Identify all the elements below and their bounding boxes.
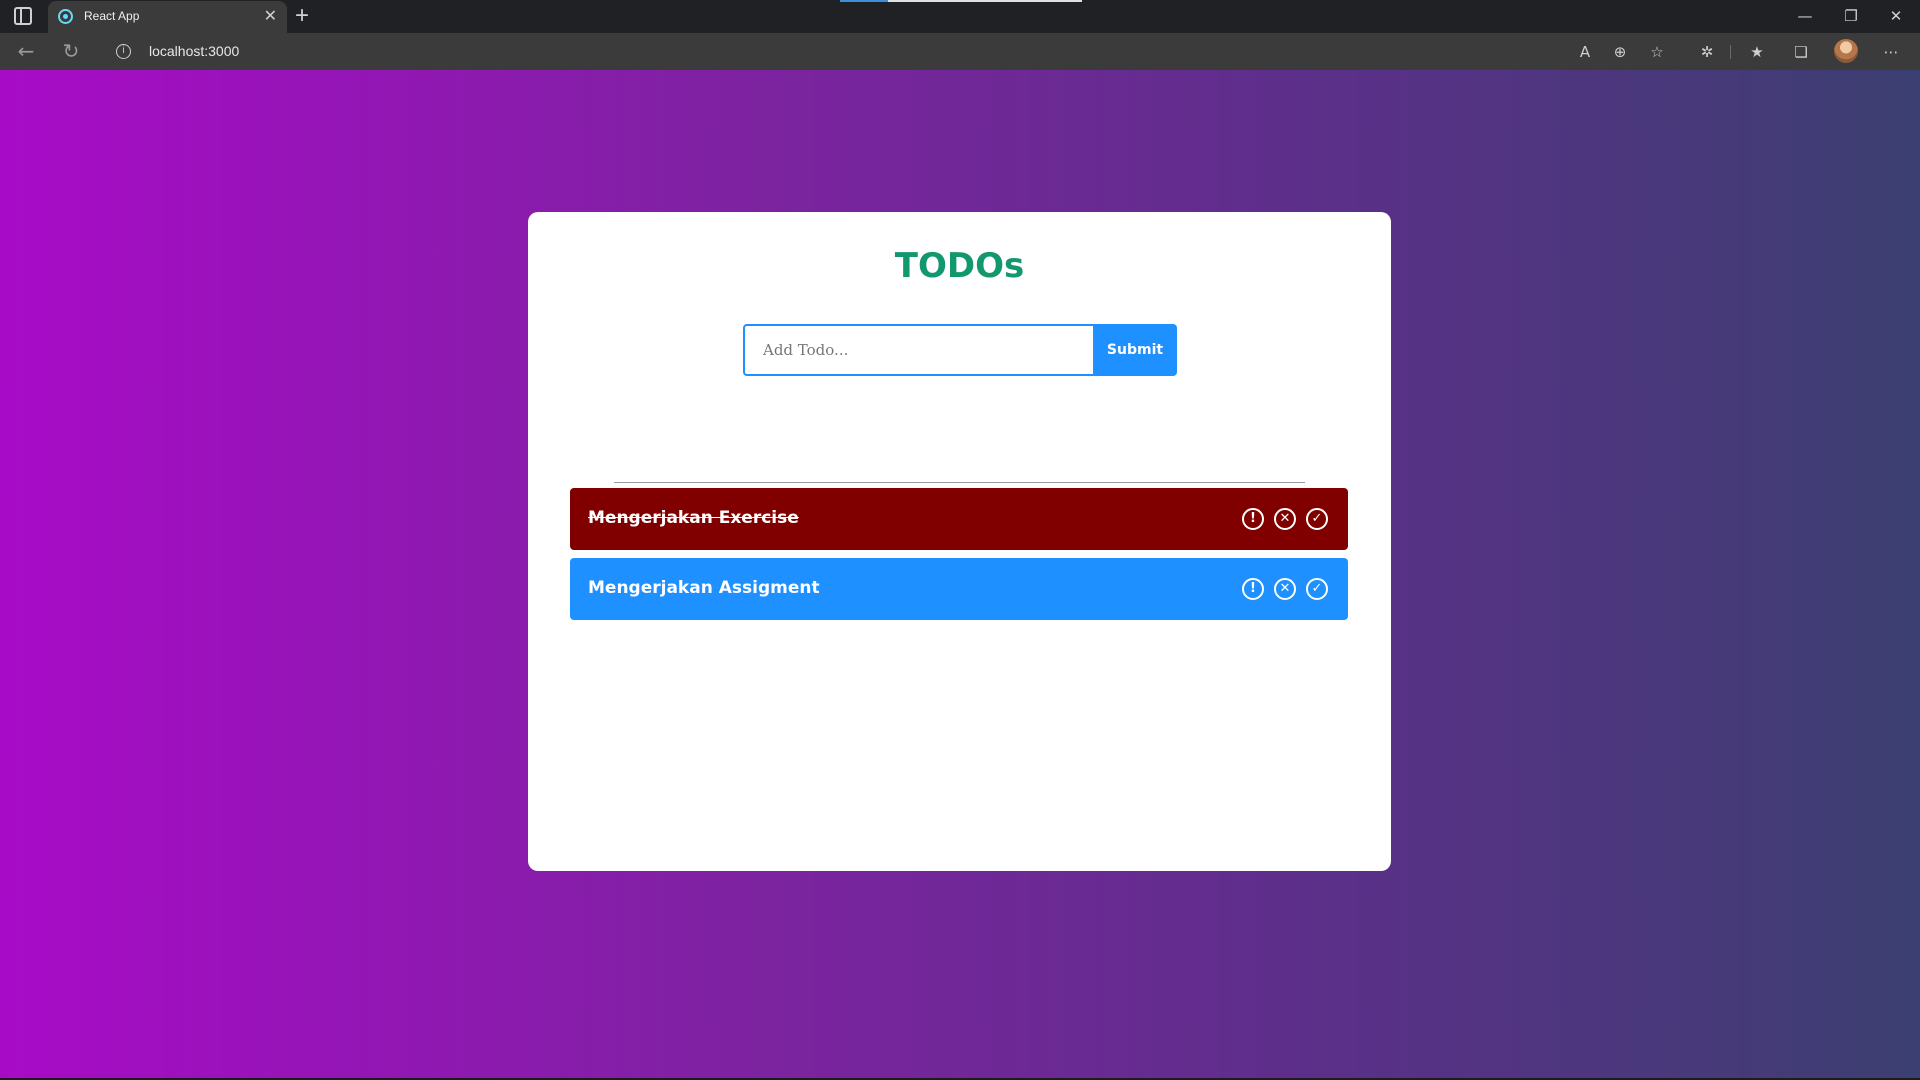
toolbar-separator [1730,45,1731,59]
todo-actions: ! ✕ ✓ [1242,578,1328,600]
complete-check-icon[interactable]: ✓ [1306,578,1328,600]
extensions-icon[interactable]: ✲ [1696,41,1718,63]
todo-item[interactable]: Mengerjakan Assigment ! ✕ ✓ [570,558,1348,620]
divider [614,482,1305,483]
address-bar[interactable]: i localhost:3000 [102,36,1572,66]
minimize-icon[interactable]: — [1793,5,1817,27]
profile-avatar[interactable] [1834,39,1858,63]
todo-actions: ! ✕ ✓ [1242,508,1328,530]
tab-title: React App [84,9,140,23]
read-aloud-icon[interactable]: A [1574,41,1596,63]
browser-tab[interactable]: React App ✕ [48,1,287,33]
complete-check-icon[interactable]: ✓ [1306,508,1328,530]
loading-indicator [840,0,1082,2]
delete-icon[interactable]: ✕ [1274,578,1296,600]
url-text[interactable]: localhost:3000 [149,43,239,59]
collections-icon[interactable]: ❏ [1790,41,1812,63]
tab-close-icon[interactable]: ✕ [264,7,277,25]
todo-item[interactable]: Mengerjakan Exercise ! ✕ ✓ [570,488,1348,550]
submit-button[interactable]: Submit [1093,324,1177,376]
add-favorite-icon[interactable]: ☆ [1646,41,1668,63]
more-menu-icon[interactable]: ⋯ [1880,41,1902,63]
tab-actions-icon[interactable] [14,7,32,25]
page-viewport: TODOs Submit Mengerjakan Exercise ! ✕ ✓ … [0,70,1920,1078]
site-info-icon[interactable]: i [116,44,131,59]
important-icon[interactable]: ! [1242,578,1264,600]
add-todo-input[interactable] [743,324,1095,376]
todo-card: TODOs Submit Mengerjakan Exercise ! ✕ ✓ … [528,212,1391,871]
favorites-icon[interactable]: ★ [1746,41,1768,63]
add-todo-form: Submit [743,324,1177,376]
zoom-icon[interactable]: ⊕ [1609,41,1631,63]
todo-item-text: Mengerjakan Exercise [588,508,799,528]
browser-tab-bar: React App ✕ + — ❐ ✕ [0,0,1920,33]
close-window-icon[interactable]: ✕ [1884,5,1908,27]
restore-icon[interactable]: ❐ [1839,5,1863,27]
browser-toolbar: ← ↻ i localhost:3000 A ⊕ ☆ ✲ ★ ❏ ⋯ [0,33,1920,70]
delete-icon[interactable]: ✕ [1274,508,1296,530]
new-tab-icon[interactable]: + [295,3,309,29]
back-icon[interactable]: ← [14,39,38,63]
refresh-icon[interactable]: ↻ [59,39,83,63]
page-title: TODOs [894,246,1025,286]
react-favicon-icon [58,9,73,24]
todo-item-text: Mengerjakan Assigment [588,578,820,598]
important-icon[interactable]: ! [1242,508,1264,530]
